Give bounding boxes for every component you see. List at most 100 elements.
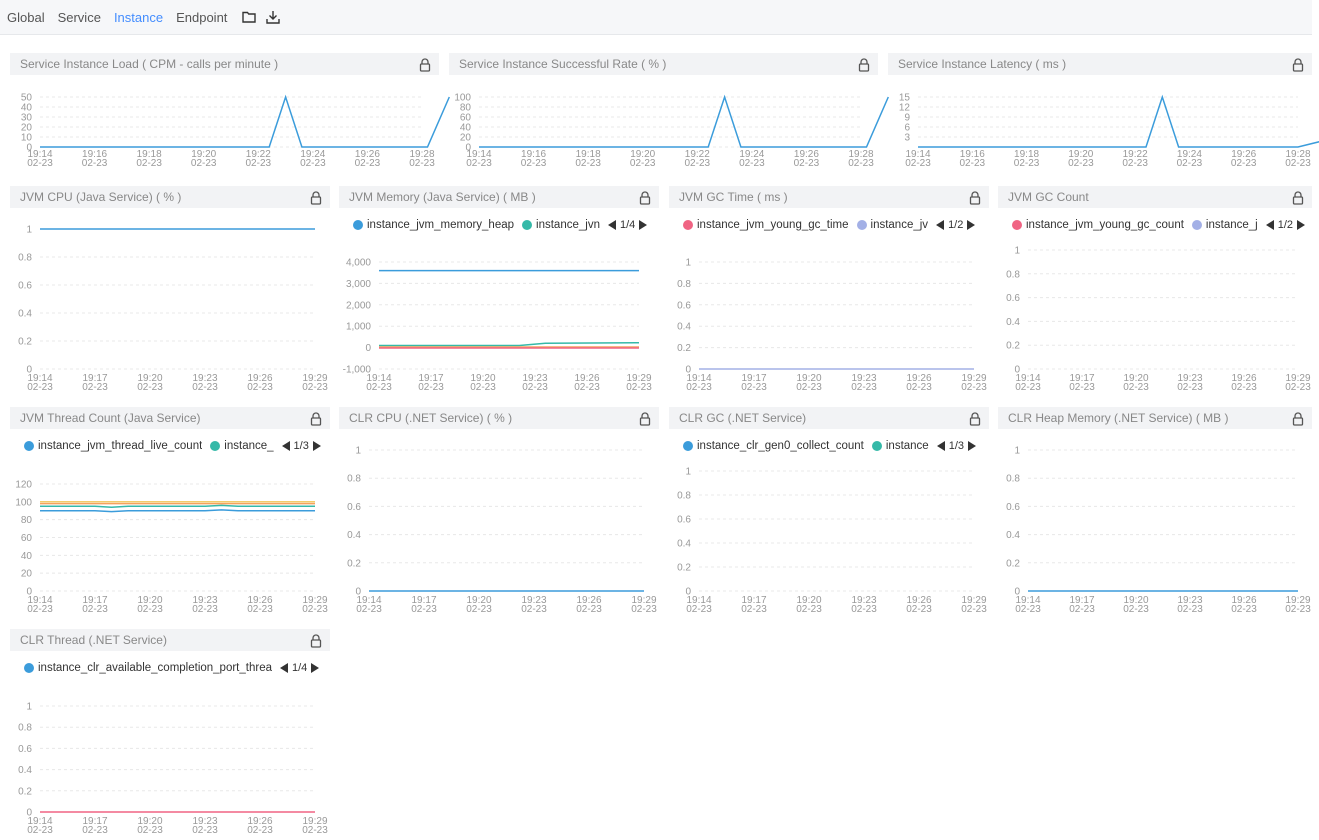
x-tick-label: 19:29 02-23 [1285,595,1311,615]
x-tick-label: 19:20 02-23 [796,373,822,393]
y-tick-label: 0.6 [1006,502,1020,513]
y-tick-label: 40 [21,103,33,114]
y-tick-label: 0.6 [18,281,32,292]
x-tick-label: 19:20 02-23 [137,595,163,615]
y-tick-label: 20 [21,569,33,580]
y-tick-label: 0.2 [1006,341,1020,352]
y-tick-label: 0.2 [18,786,32,797]
x-tick-label: 19:16 02-23 [82,149,108,169]
folder-icon[interactable] [241,9,257,25]
x-tick-label: 19:26 02-23 [906,373,932,393]
x-tick-label: 19:17 02-23 [741,595,767,615]
x-tick-label: 19:14 02-23 [686,373,712,393]
x-tick-label: 19:26 02-23 [794,149,820,169]
x-tick-label: 19:23 02-23 [1177,595,1203,615]
x-tick-label: 19:29 02-23 [631,595,657,615]
x-tick-label: 19:23 02-23 [851,373,877,393]
y-tick-label: 0.2 [1006,558,1020,569]
series-line [40,509,315,513]
y-tick-label: 50 [21,93,33,104]
y-tick-label: 40 [21,551,33,562]
x-tick-label: 19:22 02-23 [1122,149,1148,169]
y-tick-label: 10 [21,133,33,144]
x-tick-label: 19:17 02-23 [82,373,108,393]
x-tick-label: 19:23 02-23 [521,595,547,615]
x-tick-label: 19:23 02-23 [192,816,218,836]
y-tick-label: 80 [460,103,472,114]
chart-success: 02040608010019:14 02-2319:16 02-2319:18 02-… [454,93,889,169]
y-tick-label: 6 [904,123,910,134]
y-tick-label: 0.8 [347,474,361,485]
y-tick-label: 1 [1014,246,1020,257]
x-tick-label: 19:26 02-23 [1231,373,1257,393]
chart-jvmcpu: 00.20.40.60.8119:14 02-2319:17 02-2319:20 0… [18,225,328,394]
tab-endpoint[interactable]: Endpoint [176,10,227,25]
x-tick-label: 19:26 02-23 [1231,595,1257,615]
y-tick-label: 100 [454,93,471,104]
series-line [918,94,1319,148]
x-tick-label: 19:28 02-23 [848,149,874,169]
x-tick-label: 19:14 02-23 [1015,373,1041,393]
y-tick-label: 1 [355,446,361,457]
x-tick-label: 19:29 02-23 [302,373,328,393]
x-tick-label: 19:14 02-23 [27,373,53,393]
x-tick-label: 19:17 02-23 [82,816,108,836]
y-tick-label: 1 [1014,446,1020,457]
panel-load: Service Instance Load ( CPM - calls per … [10,53,450,180]
chart-gctime: 00.20.40.60.8119:14 02-2319:17 02-2319:20 0… [677,258,987,394]
x-tick-label: 19:29 02-23 [961,595,987,615]
chart-clrgc: 00.20.40.60.8119:14 02-2319:17 02-2319:20 0… [677,467,987,616]
panel-clrgc: CLR GC (.NET Service) instance_clr_gen0_c… [669,407,989,616]
tab-service[interactable]: Service [58,10,101,25]
series-line [40,94,450,148]
panel-latency: Service Instance Latency ( ms ) 3 6 9 12 15 19… [888,53,1319,180]
x-tick-label: 19:14 02-23 [27,595,53,615]
tab-instance[interactable]: Instance [114,10,163,25]
x-tick-label: 19:20 02-23 [796,595,822,615]
panel-thread: JVM Thread Count (Java Service) instance_… [10,407,330,616]
x-tick-label: 19:17 02-23 [741,373,767,393]
y-tick-label: 2,000 [346,300,371,311]
y-tick-label: 0.8 [1006,269,1020,280]
chart-latency: 3691215 19:14 02-23 19:16 02-23 19:18 02-23 19:… [899,93,1319,169]
x-tick-label: 19:20 02-23 [1068,149,1094,169]
y-tick-label: 0.2 [347,558,361,569]
chart-load: 0102030405019:14 02-2319:16 02-2319:18 02-2… [21,93,450,169]
x-tick-label: 19:14 02-23 [27,816,53,836]
x-tick-label: 19:26 02-23 [247,595,273,615]
x-tick-label: 19:26 02-23 [576,595,602,615]
panel-jvmcpu: JVM CPU (Java Service) ( % ) 0 0.2 0.4 0.6 0.… [10,186,330,394]
download-icon[interactable] [265,9,281,25]
y-tick-label: 80 [21,515,33,526]
chart-thread: 02040608010012019:14 02-2319:17 02-2319:20… [15,480,328,616]
y-tick-label: 1 [685,258,691,269]
x-tick-label: 19:26 02-23 [355,149,381,169]
series-line [379,341,640,347]
x-tick-label: 19:29 02-23 [302,595,328,615]
x-tick-label: 19:28 02-23 [1285,149,1311,169]
x-tick-label: 19:20 02-23 [1123,373,1149,393]
chart-jvmmem: -1,00001,0002,0003,0004,00019:14 02-2319:… [343,258,653,394]
y-tick-label: 12 [899,103,911,114]
y-tick-label: 1 [26,702,32,713]
x-tick-label: 19:14 02-23 [27,149,53,169]
x-tick-label: 19:14 02-23 [356,595,382,615]
tab-global[interactable]: Global [7,10,45,25]
x-tick-label: 19:26 02-23 [247,816,273,836]
panel-clrcpu: CLR CPU (.NET Service) ( % ) 0 0.2 0.4 0.6 0.… [339,407,659,615]
x-tick-label: 19:20 02-23 [191,149,217,169]
chart-clrthread: 00.20.40.60.8119:14 02-2319:17 02-2319:20 0… [18,702,328,837]
y-tick-label: 4,000 [346,258,371,269]
x-tick-label: 19:17 02-23 [82,595,108,615]
x-tick-label: 19:20 02-23 [137,373,163,393]
x-tick-label: 19:29 02-23 [626,373,652,393]
x-tick-label: 19:20 02-23 [466,595,492,615]
x-tick-label: 19:14 02-23 [1015,595,1041,615]
x-tick-label: 19:23 02-23 [192,373,218,393]
chart-clrheap: 00.20.40.60.8119:14 02-2319:17 02-2319:20 0… [1006,446,1311,616]
y-tick-label: 0.4 [18,765,32,776]
x-tick-label: 19:22 02-23 [245,149,271,169]
y-tick-label: 0.6 [1006,293,1020,304]
y-tick-label: 0.8 [18,253,32,264]
x-tick-label: 19:16 02-23 [959,149,985,169]
